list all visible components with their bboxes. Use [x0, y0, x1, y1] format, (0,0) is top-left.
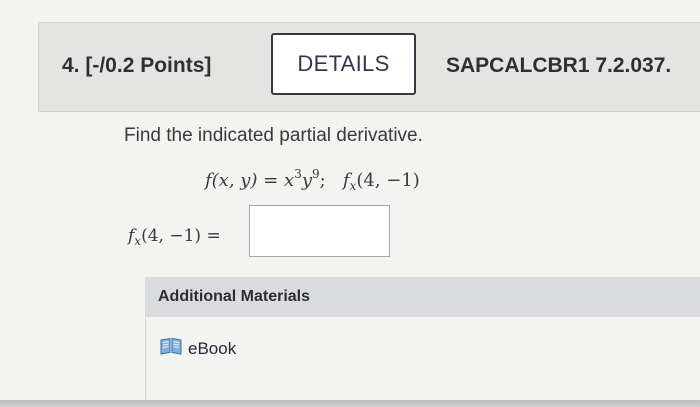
additional-materials-list: eBook [145, 317, 700, 400]
page-bottom-edge [0, 400, 700, 407]
question-heading: 4. [-/0.2 Points] [62, 54, 211, 78]
question-points: [-/0.2 Points] [85, 54, 212, 77]
question-reference: SAPCALCBR1 7.2.037. [446, 54, 672, 77]
formula-y-exponent: 9 [312, 167, 320, 181]
answer-label-args: (4, −1) [141, 226, 202, 246]
additional-materials-title: Additional Materials [158, 288, 311, 305]
function-lhs: f(x, y) [205, 170, 258, 191]
answer-input[interactable] [249, 205, 390, 257]
formula-x-exponent: 3 [294, 167, 302, 181]
formula-x: x [284, 170, 295, 191]
formula-equals: = [263, 170, 279, 191]
ebook-label: eBook [188, 338, 237, 358]
target-f: f [342, 170, 350, 191]
function-formula: f(x, y) = x3y9; fx(4, −1) [205, 167, 420, 193]
formula-y: y [301, 170, 313, 191]
answer-label: fx(4, −1) = [128, 226, 221, 248]
details-button[interactable]: DETAILS [271, 33, 416, 95]
ebook-link[interactable]: eBook [159, 337, 236, 360]
additional-materials-header: Additional Materials [145, 277, 700, 317]
answer-label-equals: = [206, 226, 221, 246]
question-prompt: Find the indicated partial derivative. [124, 125, 423, 146]
question-panel: 4. [-/0.2 Points] DETAILS SAPCALCBR1 7.2… [0, 0, 700, 400]
formula-separator: ; [319, 170, 326, 191]
question-number: 4. [62, 54, 80, 77]
target-args: (4, −1) [356, 170, 420, 191]
book-icon [159, 337, 183, 360]
